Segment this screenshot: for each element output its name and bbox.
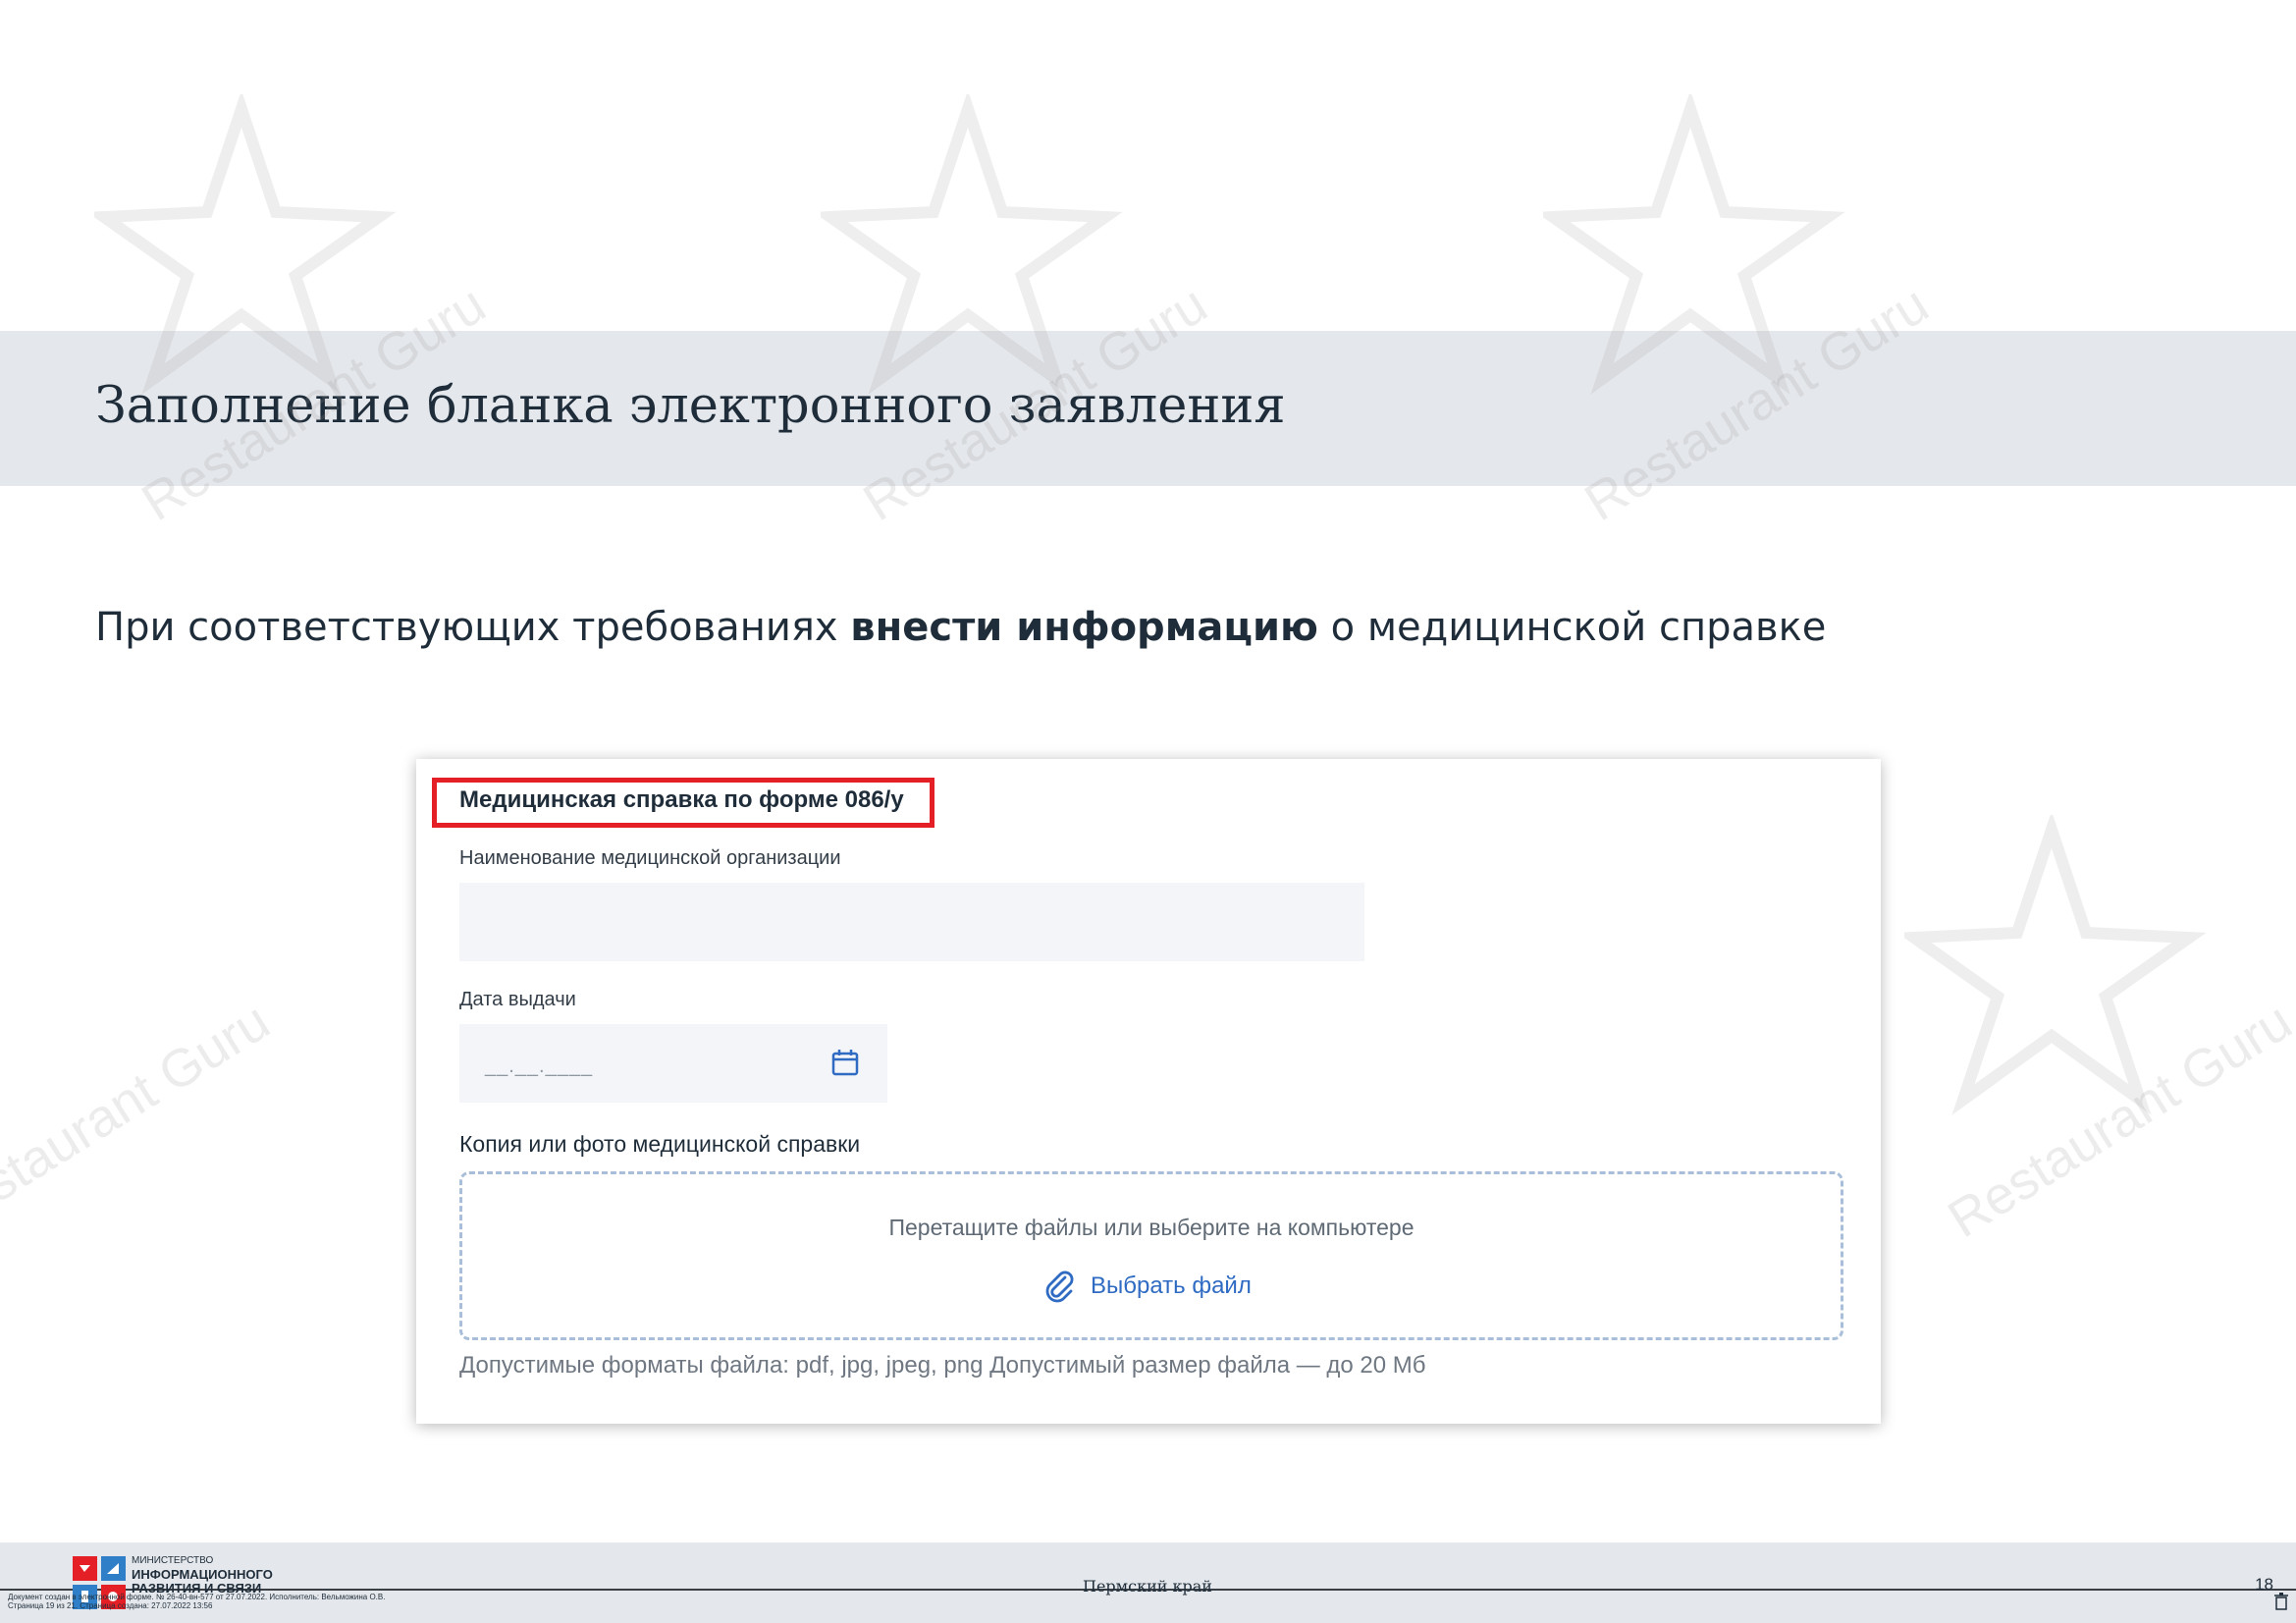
calendar-icon[interactable] <box>830 1048 860 1077</box>
ministry-name-line2: ИНФОРМАЦИОННОГО <box>132 1567 273 1582</box>
issue-date-label: Дата выдачи <box>459 989 576 1010</box>
page-title: Заполнение бланка электронного заявления <box>95 377 1286 435</box>
choose-file-label: Выбрать файл <box>1091 1272 1252 1299</box>
watermark-star-icon <box>1904 815 2207 1115</box>
subtitle-text-start: При соответствующих требованиях <box>95 605 851 650</box>
file-formats-note: Допустимые форматы файла: pdf, jpg, jpeg… <box>459 1352 1426 1379</box>
section-title: Медицинская справка по форме 086/у <box>459 786 904 813</box>
form-card: Медицинская справка по форме 086/у Наиме… <box>416 759 1881 1424</box>
page-number: 18 <box>2255 1575 2273 1594</box>
ministry-name: МИНИСТЕРСТВО ИНФОРМАЦИОННОГО РАЗВИТИЯ И … <box>132 1554 273 1596</box>
watermark-text: Restaurant Guru <box>1938 991 2296 1250</box>
org-name-label: Наименование медицинской организации <box>459 847 841 869</box>
copy-upload-label: Копия или фото медицинской справки <box>459 1131 861 1157</box>
ministry-name-line1: МИНИСТЕРСТВО <box>132 1555 214 1566</box>
region-label: Пермский край <box>1083 1577 1212 1596</box>
subtitle-text-bold: внести информацию <box>850 605 1318 650</box>
watermark-text: Restaurant Guru <box>0 991 280 1250</box>
document-metadata-line2: Страница 19 из 21. Страница создана: 27.… <box>8 1601 213 1610</box>
choose-file-button[interactable]: Выбрать файл <box>1043 1267 1252 1306</box>
dropzone-hint: Перетащите файлы или выберите на компьют… <box>888 1215 1415 1240</box>
document-metadata: Документ создан в электронной форме. № 2… <box>8 1593 385 1610</box>
trash-icon <box>2274 1593 2288 1610</box>
subtitle-text-end: о медицинской справке <box>1317 605 1827 650</box>
file-dropzone[interactable]: Перетащите файлы или выберите на компьют… <box>459 1171 1843 1340</box>
paperclip-icon <box>1045 1271 1074 1303</box>
document-metadata-line1: Документ создан в электронной форме. № 2… <box>8 1593 386 1601</box>
org-name-input[interactable] <box>459 883 1364 961</box>
issue-date-input[interactable]: __.__.____ <box>459 1024 887 1103</box>
page-subtitle: При соответствующих требованиях внести и… <box>95 605 1826 650</box>
issue-date-placeholder: __.__.____ <box>485 1055 594 1077</box>
